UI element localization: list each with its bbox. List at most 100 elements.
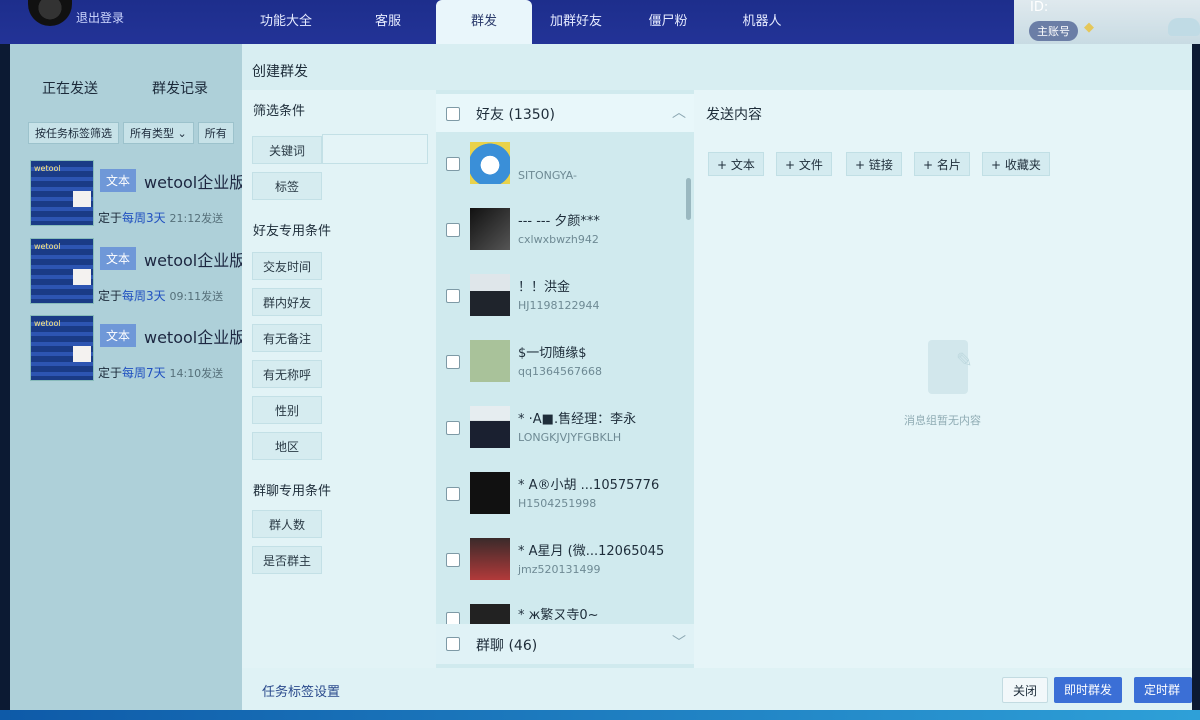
avatar xyxy=(470,274,510,316)
add-favorites-button[interactable]: + 收藏夹 xyxy=(982,152,1050,176)
nav-tab-add-friends[interactable]: 加群好友 xyxy=(528,0,624,44)
keyword-input[interactable] xyxy=(322,134,428,164)
task-filter-bar: 按任务标签筛选 所有类型 ⌄ 所有 xyxy=(28,122,234,144)
add-link-button[interactable]: + 链接 xyxy=(846,152,902,176)
task-type-badge: 文本 xyxy=(100,169,137,192)
filter-heading: 筛选条件 xyxy=(253,104,306,119)
extra-filter[interactable]: 所有 xyxy=(197,122,234,144)
dialog-footer: 任务标签设置 关闭 即时群发 定时群发 xyxy=(242,668,1192,720)
friends-header[interactable]: 好友 (1350) ︿ xyxy=(436,94,694,132)
task-item[interactable]: wetool 文本 wetool企业版 定于每周7天 14:10发送 xyxy=(30,315,246,383)
task-thumbnail: wetool xyxy=(30,160,94,226)
add-card-button[interactable]: + 名片 xyxy=(914,152,970,176)
select-all-friends-checkbox[interactable] xyxy=(446,107,460,121)
list-item[interactable]: SITONGYA- xyxy=(436,132,686,198)
list-item[interactable]: * A星月 (微...12065045 jmz520131499 xyxy=(436,528,686,594)
friend-checkbox[interactable] xyxy=(446,355,460,369)
task-schedule: 定于每周3天 09:11发送 xyxy=(98,289,224,303)
friend-checkbox[interactable] xyxy=(446,612,460,624)
friend-name: $一切随缘$ xyxy=(518,346,587,361)
task-schedule: 定于每周7天 14:10发送 xyxy=(98,366,224,380)
add-file-button[interactable]: + 文件 xyxy=(776,152,832,176)
friend-checkbox[interactable] xyxy=(446,289,460,303)
contact-list: 好友 (1350) ︿ SITONGYA- --- --- 夕颜*** cxlw… xyxy=(436,90,694,668)
region-button[interactable]: 地区 xyxy=(252,432,322,460)
tab-sending[interactable]: 正在发送 xyxy=(42,78,98,98)
group-size-button[interactable]: 群人数 xyxy=(252,510,322,538)
nav-tab-broadcast[interactable]: 群发 xyxy=(436,0,532,44)
send-content-panel: 发送内容 + 文本 + 文件 + 链接 + 名片 + 收藏夹 ✎ 消息组暂无内容 xyxy=(694,90,1192,668)
top-bar: 退出登录 功能大全 客服 群发 加群好友 僵尸粉 机器人 ID: 主账号 ◆ xyxy=(0,0,1200,44)
friend-name: * ж繁ㄡ寺0~ xyxy=(518,608,599,623)
task-type-badge: 文本 xyxy=(100,324,137,347)
avatar xyxy=(470,208,510,250)
friend-id: LONGKJVJYFGBKLH xyxy=(518,431,622,444)
scrollbar[interactable] xyxy=(686,178,691,220)
select-all-groups-checkbox[interactable] xyxy=(446,637,460,651)
gender-button[interactable]: 性别 xyxy=(252,396,322,424)
has-remark-button[interactable]: 有无备注 xyxy=(252,324,322,352)
friend-name: * A®小胡 ...10575776 xyxy=(518,478,660,493)
friend-checkbox[interactable] xyxy=(446,157,460,171)
tab-history[interactable]: 群发记录 xyxy=(152,78,208,98)
list-item[interactable]: * A®小胡 ...10575776 H1504251998 xyxy=(436,462,686,528)
list-item[interactable]: ！！洪金 HJ1198122944 xyxy=(436,264,686,330)
friend-name: * A星月 (微...12065045 xyxy=(518,544,665,559)
chevron-up-icon[interactable]: ︿ xyxy=(672,102,686,122)
nav-tab-features[interactable]: 功能大全 xyxy=(238,0,334,44)
friend-checkbox[interactable] xyxy=(446,421,460,435)
send-content-heading: 发送内容 xyxy=(706,107,762,123)
list-item[interactable]: $一切随缘$ qq1364567668 xyxy=(436,330,686,396)
task-thumbnail: wetool xyxy=(30,315,94,381)
diamond-icon: ◆ xyxy=(1084,20,1094,35)
friend-id: qq1364567668 xyxy=(518,365,602,378)
empty-message-icon: ✎ xyxy=(928,340,973,394)
friend-checkbox[interactable] xyxy=(446,487,460,501)
close-button[interactable]: 关闭 xyxy=(1002,677,1049,703)
dialog-title: 创建群发 xyxy=(252,64,308,80)
nav-tab-service[interactable]: 客服 xyxy=(340,0,436,44)
is-group-owner-button[interactable]: 是否群主 xyxy=(252,546,322,574)
task-item[interactable]: wetool 文本 wetool企业版 定于每周3天 09:11发送 xyxy=(30,238,246,306)
chevron-down-icon[interactable]: ﹀ xyxy=(672,632,686,652)
has-title-button[interactable]: 有无称呼 xyxy=(252,360,322,388)
friend-name: * ·A■.售经理：李永 xyxy=(518,412,637,427)
cloud-icon[interactable] xyxy=(1168,18,1200,36)
avatar xyxy=(470,406,510,448)
list-item[interactable]: * ·A■.售经理：李永 LONGKJVJYFGBKLH xyxy=(436,396,686,462)
friend-checkbox[interactable] xyxy=(446,223,460,237)
friend-checkbox[interactable] xyxy=(446,553,460,567)
schedule-send-button[interactable]: 定时群发 xyxy=(1134,677,1192,720)
task-name: wetool企业版 xyxy=(144,328,246,347)
window-edge xyxy=(1192,44,1200,710)
keyword-filter-button[interactable]: 关键词 xyxy=(252,136,322,164)
in-group-friend-button[interactable]: 群内好友 xyxy=(252,288,322,316)
task-tag-settings-link[interactable]: 任务标签设置 xyxy=(262,681,340,700)
list-item[interactable]: * ж繁ㄡ寺0~ xyxy=(436,594,686,624)
avatar xyxy=(470,340,510,382)
friend-id: cxlwxbwzh942 xyxy=(518,233,599,246)
friend-time-button[interactable]: 交友时间 xyxy=(252,252,322,280)
tag-filter-button[interactable]: 标签 xyxy=(252,172,322,200)
send-now-button[interactable]: 即时群发 xyxy=(1054,677,1123,703)
nav-tab-zombie-fans[interactable]: 僵尸粉 xyxy=(620,0,716,44)
list-item[interactable]: --- --- 夕颜*** cxlwxbwzh942 xyxy=(436,198,686,264)
task-name: wetool企业版 xyxy=(144,251,246,270)
app-logo xyxy=(28,0,72,26)
type-filter[interactable]: 所有类型 ⌄ xyxy=(123,122,194,144)
nav-tab-robot[interactable]: 机器人 xyxy=(714,0,810,44)
avatar xyxy=(470,538,510,580)
avatar xyxy=(470,604,510,624)
task-tag-filter[interactable]: 按任务标签筛选 xyxy=(28,122,119,144)
taskbar-strip xyxy=(0,710,1200,720)
task-name: wetool企业版 xyxy=(144,173,246,192)
task-item[interactable]: wetool 文本 wetool企业版 定于每周3天 21:12发送 xyxy=(30,160,246,228)
logout-link[interactable]: 退出登录 xyxy=(76,9,124,26)
friend-conditions-heading: 好友专用条件 xyxy=(253,224,332,239)
groups-header[interactable]: 群聊 (46) ﹀ xyxy=(436,624,694,664)
friend-id: SITONGYA- xyxy=(518,169,577,182)
create-broadcast-dialog: 创建群发 筛选条件 关键词 标签 好友专用条件 交友时间 群内好友 有无备注 有… xyxy=(242,44,1192,720)
friend-id: jmz520131499 xyxy=(518,563,601,576)
add-text-button[interactable]: + 文本 xyxy=(708,152,764,176)
filter-panel: 筛选条件 关键词 标签 好友专用条件 交友时间 群内好友 有无备注 有无称呼 性… xyxy=(242,90,436,668)
